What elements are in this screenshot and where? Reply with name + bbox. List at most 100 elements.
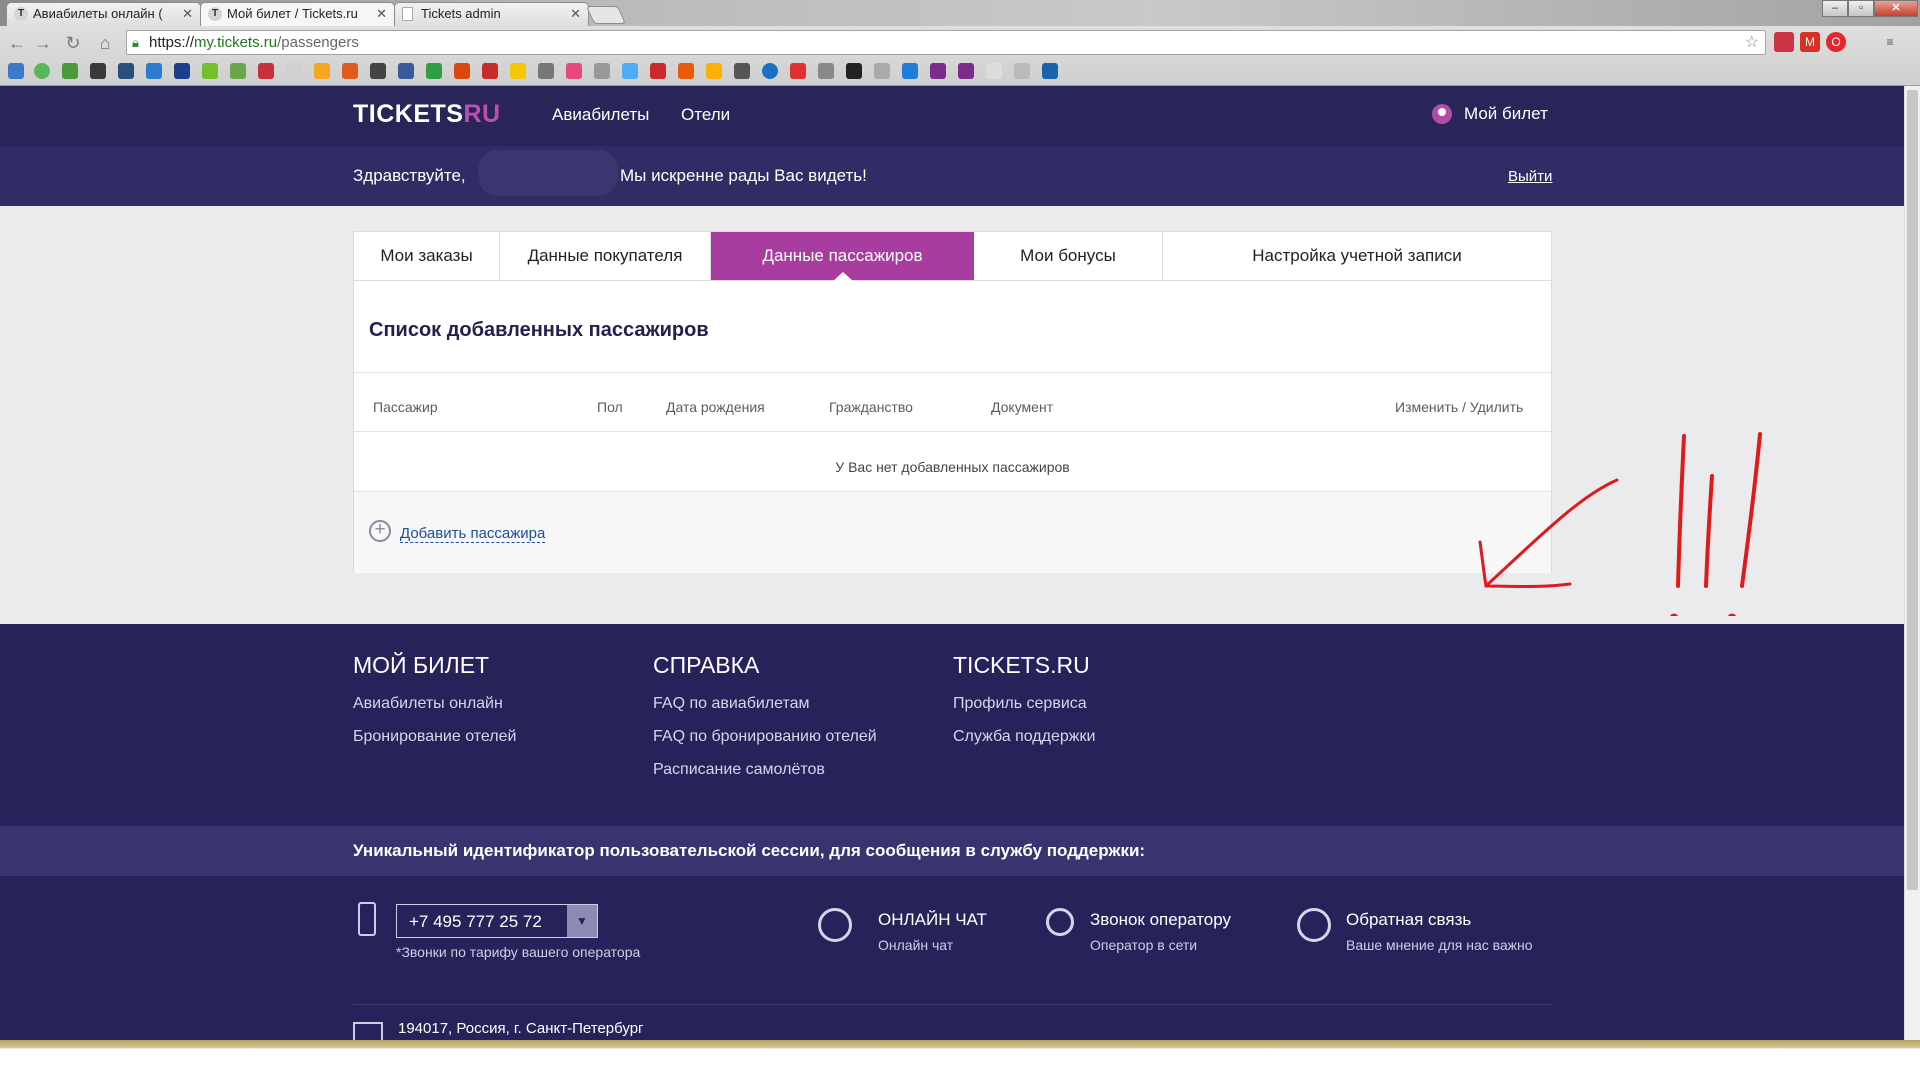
url-host: my.tickets.ru <box>194 34 278 51</box>
footer-link[interactable]: Профиль сервиса <box>953 695 1095 713</box>
bookmark-icon[interactable] <box>930 63 946 79</box>
bookmark-icon[interactable] <box>258 63 274 79</box>
tab-my-orders[interactable]: Мои заказы <box>354 232 500 280</box>
footer-heading: МОЙ БИЛЕТ <box>353 652 490 678</box>
browser-tab-title: Tickets admin <box>421 6 501 21</box>
vertical-scrollbar[interactable] <box>1904 86 1920 1040</box>
bookmark-icon[interactable] <box>90 63 106 79</box>
browser-tab-3[interactable]: Tickets admin ✕ <box>394 2 589 26</box>
bookmark-icon[interactable] <box>622 63 638 79</box>
welcome-message: Мы искренне рады Вас видеть! <box>620 166 867 185</box>
footer-link[interactable]: Бронирование отелей <box>353 728 516 746</box>
bookmark-icon[interactable] <box>286 63 302 79</box>
tab-buyer-data[interactable]: Данные покупателя <box>500 232 711 280</box>
bookmark-icon[interactable] <box>566 63 582 79</box>
call-operator-link[interactable]: Звонок оператору Оператор в сети <box>1090 910 1231 953</box>
bookmark-icon[interactable] <box>594 63 610 79</box>
minimize-button[interactable]: – <box>1822 0 1848 17</box>
bookmark-icon[interactable] <box>118 63 134 79</box>
bookmark-icon[interactable] <box>678 63 694 79</box>
footer-link[interactable]: FAQ по авиабилетам <box>653 695 877 713</box>
footer-link[interactable]: Авиабилеты онлайн <box>353 695 516 713</box>
bookmark-icon[interactable] <box>874 63 890 79</box>
browser-tab-2[interactable]: T Мой билет / Tickets.ru ✕ <box>200 2 395 26</box>
bookmark-icon[interactable] <box>538 63 554 79</box>
profile-tabs: Мои заказы Данные покупателя Данные пасс… <box>353 231 1552 281</box>
opera-icon[interactable]: O <box>1826 32 1846 52</box>
bookmark-icon[interactable] <box>734 63 750 79</box>
service-title: Звонок оператору <box>1090 910 1232 929</box>
forward-arrow-icon[interactable]: → <box>32 31 54 55</box>
bookmark-icon[interactable] <box>706 63 722 79</box>
scrollbar-thumb[interactable] <box>1907 90 1918 890</box>
add-passenger-link[interactable]: Добавить пассажира <box>400 525 546 543</box>
bookmark-icon[interactable] <box>762 63 778 79</box>
divider <box>354 431 1551 432</box>
new-tab-button[interactable] <box>585 6 627 24</box>
bookmark-icon[interactable] <box>62 63 78 79</box>
account-label: Мой билет <box>1464 104 1548 123</box>
os-taskbar <box>0 1040 1920 1080</box>
tab-my-bonuses[interactable]: Мои бонусы <box>974 232 1163 280</box>
bookmark-icon[interactable] <box>1042 63 1058 79</box>
bookmark-icon[interactable] <box>370 63 386 79</box>
bookmark-icon[interactable] <box>482 63 498 79</box>
bookmark-icon[interactable] <box>146 63 162 79</box>
online-chat-link[interactable]: ОНЛАЙН ЧАТ Онлайн чат <box>878 910 987 953</box>
tickets-logo[interactable]: TICKETSRU <box>353 100 501 129</box>
window-close-button[interactable]: ✕ <box>1874 0 1918 17</box>
bookmark-icon[interactable] <box>790 63 806 79</box>
site-footer: МОЙ БИЛЕТ Авиабилеты онлайн Бронирование… <box>0 624 1904 1042</box>
service-subtitle: Онлайн чат <box>878 937 954 953</box>
close-icon[interactable]: ✕ <box>376 3 387 25</box>
bookmark-icon[interactable] <box>1014 63 1030 79</box>
tab-passenger-data[interactable]: Данные пассажиров <box>711 232 974 281</box>
service-title: Обратная связь <box>1346 910 1472 929</box>
footer-link[interactable]: Расписание самолётов <box>653 761 877 779</box>
maximize-button[interactable]: ▫ <box>1848 0 1874 17</box>
logout-link[interactable]: Выйти <box>1508 168 1552 185</box>
menu-icon[interactable]: ≡ <box>1880 32 1900 52</box>
browser-tab-1[interactable]: T Авиабилеты онлайн ( ✕ <box>6 2 201 26</box>
bookmark-icon[interactable] <box>454 63 470 79</box>
bookmark-icon[interactable] <box>342 63 358 79</box>
bookmark-icon[interactable] <box>650 63 666 79</box>
bookmark-star-icon[interactable]: ☆ <box>1745 31 1759 54</box>
extension-icon[interactable] <box>1774 32 1794 52</box>
tab-account-settings[interactable]: Настройка учетной записи <box>1163 232 1551 280</box>
column-header-passenger: Пассажир <box>373 399 438 415</box>
bookmark-icon[interactable] <box>230 63 246 79</box>
close-icon[interactable]: ✕ <box>570 3 581 25</box>
bookmark-icon[interactable] <box>846 63 862 79</box>
chevron-down-icon[interactable]: ▼ <box>567 905 597 937</box>
bookmark-icon[interactable] <box>902 63 918 79</box>
back-arrow-icon[interactable]: ← <box>6 31 28 55</box>
reload-icon[interactable]: ↻ <box>62 31 84 55</box>
home-icon[interactable]: ⌂ <box>94 31 116 55</box>
bookmark-icon[interactable] <box>818 63 834 79</box>
gmail-icon[interactable]: M <box>1800 32 1820 52</box>
bookmark-icon[interactable] <box>958 63 974 79</box>
bookmark-icon[interactable] <box>426 63 442 79</box>
passengers-title: Список добавленных пассажиров <box>369 319 709 341</box>
bookmark-icon[interactable] <box>986 63 1002 79</box>
bookmark-icon[interactable] <box>398 63 414 79</box>
footer-link[interactable]: FAQ по бронированию отелей <box>653 728 877 746</box>
footer-link[interactable]: Служба поддержки <box>953 728 1095 746</box>
bookmark-icon[interactable] <box>510 63 526 79</box>
close-icon[interactable]: ✕ <box>182 3 193 25</box>
bookmark-icon[interactable] <box>174 63 190 79</box>
phone-number: +7 495 777 25 72 <box>409 912 542 931</box>
browser-tab-title: Авиабилеты онлайн ( <box>33 6 163 21</box>
address-bar[interactable]: 🔒︎ https://my.tickets.ru/passengers ☆ <box>126 30 1766 55</box>
feedback-link[interactable]: Обратная связь Ваше мнение для нас важно <box>1346 910 1533 953</box>
phone-select[interactable]: +7 495 777 25 72 ▼ <box>396 904 598 938</box>
bookmark-icon[interactable] <box>34 63 50 79</box>
plus-circle-icon[interactable]: + <box>369 520 391 542</box>
nav-link-hotels[interactable]: Отели <box>681 105 730 125</box>
nav-link-flights[interactable]: Авиабилеты <box>552 105 649 125</box>
account-menu[interactable]: Мой билет <box>1432 104 1548 124</box>
bookmark-icon[interactable] <box>8 63 24 79</box>
bookmark-icon[interactable] <box>202 63 218 79</box>
bookmark-icon[interactable] <box>314 63 330 79</box>
